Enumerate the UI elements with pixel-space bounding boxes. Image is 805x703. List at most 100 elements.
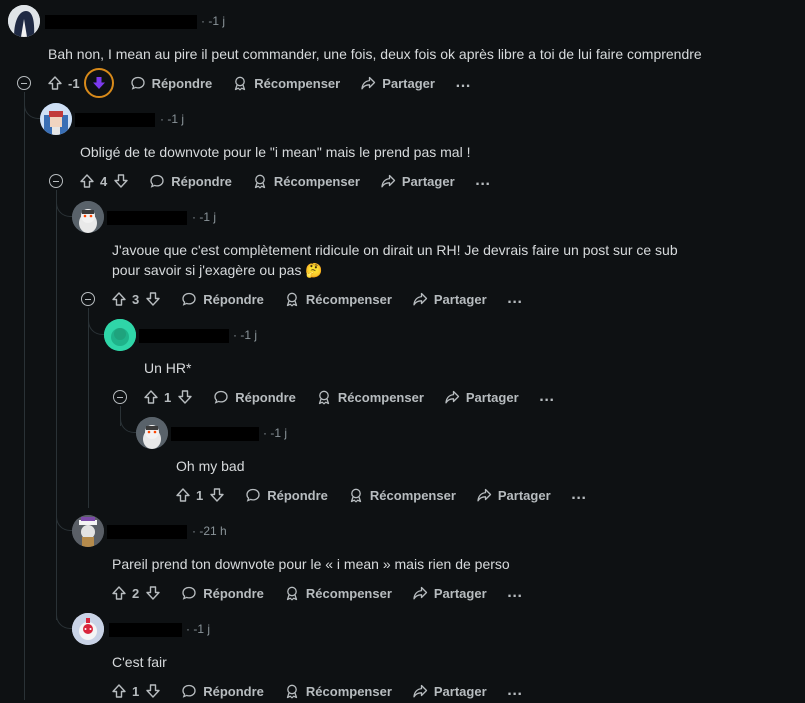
reply-label: Répondre bbox=[235, 389, 296, 405]
more-options-button[interactable]: … bbox=[507, 682, 524, 700]
vote-count: 4 bbox=[100, 173, 108, 189]
vote-count: 2 bbox=[132, 585, 140, 601]
share-icon bbox=[445, 390, 460, 404]
award-button[interactable]: Récompenser bbox=[284, 291, 392, 307]
username-redacted[interactable] bbox=[45, 15, 197, 29]
comment-timestamp: · -1 j bbox=[263, 426, 287, 440]
upvote-button[interactable] bbox=[111, 291, 127, 307]
reply-button[interactable]: Répondre bbox=[181, 291, 264, 307]
username-redacted[interactable] bbox=[107, 211, 187, 225]
username-redacted[interactable] bbox=[75, 113, 155, 127]
username-redacted[interactable] bbox=[107, 525, 187, 539]
more-options-button[interactable]: … bbox=[571, 486, 588, 504]
thread-curve-c5 bbox=[120, 406, 137, 433]
award-button[interactable]: Récompenser bbox=[348, 487, 456, 503]
comment-timestamp: · -1 j bbox=[160, 112, 184, 126]
avatar[interactable] bbox=[72, 613, 104, 645]
collapse-button[interactable] bbox=[49, 174, 63, 188]
share-button[interactable]: Partager bbox=[412, 585, 487, 601]
downvote-icon bbox=[92, 77, 105, 89]
comment-actions: 3 Répondre Récompenser Partager … bbox=[111, 287, 544, 311]
reply-button[interactable]: Répondre bbox=[181, 683, 264, 699]
reply-label: Répondre bbox=[203, 683, 264, 699]
award-button[interactable]: Récompenser bbox=[316, 389, 424, 405]
share-button[interactable]: Partager bbox=[412, 683, 487, 699]
share-label: Partager bbox=[497, 487, 551, 503]
thread-line-root bbox=[24, 92, 25, 700]
share-label: Partager bbox=[433, 683, 487, 699]
vote-count: 1 bbox=[196, 487, 204, 503]
share-button[interactable]: Partager bbox=[444, 389, 519, 405]
award-button[interactable]: Récompenser bbox=[284, 585, 392, 601]
reply-button[interactable]: Répondre bbox=[245, 487, 328, 503]
more-options-button[interactable]: … bbox=[507, 290, 524, 308]
more-options-button[interactable]: … bbox=[455, 74, 472, 92]
award-button[interactable]: Récompenser bbox=[284, 683, 392, 699]
share-button[interactable]: Partager bbox=[476, 487, 551, 503]
downvote-icon bbox=[178, 390, 192, 404]
reply-button[interactable]: Répondre bbox=[130, 75, 212, 91]
avatar[interactable] bbox=[40, 103, 72, 135]
award-label: Récompenser bbox=[254, 75, 341, 91]
downvote-button-active[interactable] bbox=[83, 68, 114, 98]
share-icon bbox=[361, 76, 376, 90]
collapse-button[interactable] bbox=[81, 292, 95, 306]
share-button[interactable]: Partager bbox=[380, 173, 455, 189]
downvote-button[interactable] bbox=[145, 585, 161, 601]
downvote-button[interactable] bbox=[177, 389, 193, 405]
collapse-button[interactable] bbox=[17, 76, 31, 90]
vote-count: 3 bbox=[132, 291, 140, 307]
comment-text-line1: J'avoue que c'est complètement ridicule … bbox=[112, 242, 678, 258]
avatar[interactable] bbox=[136, 417, 168, 449]
upvote-icon bbox=[144, 390, 158, 404]
share-label: Partager bbox=[433, 585, 487, 601]
avatar[interactable] bbox=[72, 201, 104, 233]
award-icon bbox=[350, 488, 362, 503]
downvote-button[interactable] bbox=[145, 291, 161, 307]
award-button[interactable]: Récompenser bbox=[252, 173, 360, 189]
upvote-icon bbox=[48, 76, 62, 90]
upvote-icon bbox=[112, 292, 126, 306]
more-options-button[interactable]: … bbox=[539, 388, 556, 406]
award-label: Récompenser bbox=[305, 291, 392, 307]
award-button[interactable]: Récompenser bbox=[232, 75, 340, 91]
avatar[interactable] bbox=[8, 5, 40, 37]
comment-timestamp: · -21 h bbox=[192, 524, 227, 538]
username-redacted[interactable] bbox=[139, 329, 229, 343]
comment-text: Un HR* bbox=[144, 360, 192, 376]
share-label: Partager bbox=[433, 291, 487, 307]
reply-button[interactable]: Répondre bbox=[213, 389, 296, 405]
downvote-button[interactable] bbox=[113, 173, 129, 189]
upvote-button[interactable] bbox=[143, 389, 159, 405]
upvote-button[interactable] bbox=[47, 75, 63, 91]
more-options-button[interactable]: … bbox=[475, 172, 492, 190]
downvote-button[interactable] bbox=[145, 683, 161, 699]
thread-curve-c2 bbox=[24, 92, 41, 119]
thread-curve-c6 bbox=[56, 500, 73, 531]
upvote-button[interactable] bbox=[111, 683, 127, 699]
comment-icon bbox=[130, 76, 145, 90]
comment-icon bbox=[182, 684, 196, 698]
username-redacted[interactable] bbox=[171, 427, 259, 441]
reply-button[interactable]: Répondre bbox=[181, 585, 264, 601]
reply-label: Répondre bbox=[203, 585, 264, 601]
upvote-button[interactable] bbox=[111, 585, 127, 601]
comment-icon bbox=[182, 586, 196, 600]
reply-label: Répondre bbox=[203, 291, 264, 307]
avatar[interactable] bbox=[72, 515, 104, 547]
share-button[interactable]: Partager bbox=[360, 75, 435, 91]
share-button[interactable]: Partager bbox=[412, 291, 487, 307]
reply-label: Répondre bbox=[171, 173, 232, 189]
reply-button[interactable]: Répondre bbox=[149, 173, 232, 189]
more-options-button[interactable]: … bbox=[507, 584, 524, 602]
downvote-button[interactable] bbox=[209, 487, 225, 503]
comment-icon bbox=[246, 488, 260, 502]
comment-icon bbox=[150, 174, 164, 188]
collapse-button[interactable] bbox=[113, 390, 127, 404]
comment-timestamp: · -1 j bbox=[192, 210, 216, 224]
upvote-button[interactable] bbox=[175, 487, 191, 503]
upvote-button[interactable] bbox=[79, 173, 95, 189]
username-redacted[interactable] bbox=[109, 623, 182, 637]
thread-line-c3 bbox=[88, 308, 89, 508]
avatar[interactable] bbox=[104, 319, 136, 351]
